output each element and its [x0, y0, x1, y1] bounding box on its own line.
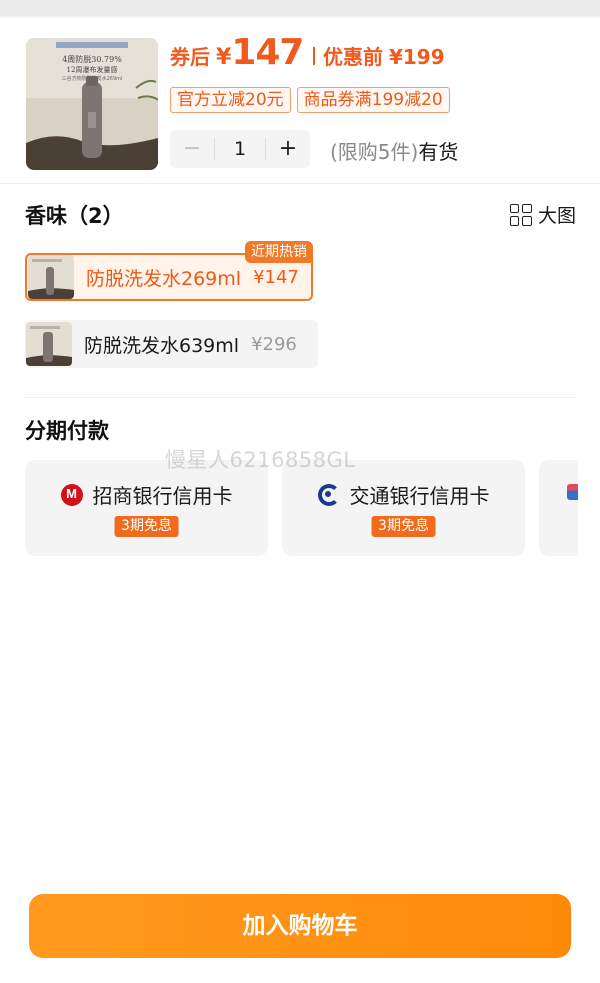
stock-status: 有货 — [418, 140, 459, 164]
quantity-value[interactable]: 1 — [214, 138, 266, 160]
product-image-icon: 4周防脱30.79% 12周瀑布发量感 三谷方物防脱洗发水269ml — [26, 38, 158, 170]
option-name: 防脱洗发水269ml — [86, 267, 242, 290]
coupon-badge[interactable]: 官方立减20元 — [170, 87, 291, 113]
option-thumbnail-icon — [26, 322, 72, 366]
installment-card-partial[interactable] — [539, 460, 578, 556]
hot-sale-badge: 近期热销 — [245, 241, 313, 263]
grid-icon — [509, 203, 532, 226]
divider — [25, 397, 576, 398]
price-separator — [313, 47, 315, 65]
decrement-button[interactable]: − — [170, 130, 214, 168]
option-price: ¥147 — [253, 266, 299, 288]
coupon-badge[interactable]: 商品券满199减20 — [296, 87, 450, 113]
scent-option-269ml[interactable]: 防脱洗发水269ml ¥147 近期热销 — [25, 241, 313, 301]
increment-button[interactable]: + — [266, 130, 310, 168]
bank-logo-icon — [567, 484, 578, 500]
interest-free-badge: 3期免息 — [371, 516, 436, 537]
svg-text:12周瀑布发量感: 12周瀑布发量感 — [67, 65, 118, 74]
original-price: ¥199 — [388, 45, 445, 69]
option-price: ¥296 — [251, 333, 297, 355]
watermark: 慢星人6216858GL — [165, 448, 356, 472]
bocom-logo-icon — [317, 483, 340, 506]
quantity-stepper: − 1 + — [170, 130, 310, 168]
coupon-price: 147 — [231, 32, 304, 73]
installment-title: 分期付款 — [25, 419, 109, 443]
coupon-list: 官方立减20元 商品券满199减20 — [170, 87, 450, 113]
price-row: 券后 ¥ 147 优惠前 ¥199 — [170, 32, 445, 76]
big-view-label: 大图 — [537, 205, 576, 227]
installment-card-list: 招商银行信用卡 3期免息 交通银行信用卡 3期免息 — [25, 460, 578, 558]
installment-card-bocom[interactable]: 交通银行信用卡 3期免息 — [282, 460, 525, 556]
add-to-cart-button[interactable]: 加入购物车 — [29, 894, 571, 958]
divider — [0, 183, 600, 184]
product-thumbnail[interactable]: 4周防脱30.79% 12周瀑布发量感 三谷方物防脱洗发水269ml — [26, 38, 158, 170]
purchase-limit: (限购5件) — [330, 140, 419, 164]
bank-name: 招商银行信用卡 — [92, 484, 233, 508]
original-price-label: 优惠前 — [322, 45, 383, 69]
bank-name: 交通银行信用卡 — [349, 484, 490, 508]
option-thumbnail-icon — [28, 255, 74, 299]
price-label: 券后 — [170, 45, 210, 69]
svg-text:4周防脱30.79%: 4周防脱30.79% — [62, 54, 122, 64]
scent-title: 香味（2） — [25, 204, 124, 228]
stock-info: (限购5件)有货 — [330, 136, 458, 165]
big-view-toggle[interactable]: 大图 — [509, 201, 576, 228]
installment-card-cmb[interactable]: 招商银行信用卡 3期免息 — [25, 460, 268, 556]
cmb-logo-icon — [60, 483, 83, 506]
option-name: 防脱洗发水639ml — [84, 334, 240, 357]
scent-option-639ml[interactable]: 防脱洗发水639ml ¥296 — [25, 320, 318, 368]
interest-free-badge: 3期免息 — [114, 516, 179, 537]
top-strip — [0, 0, 600, 18]
price-currency: ¥ — [216, 45, 232, 70]
